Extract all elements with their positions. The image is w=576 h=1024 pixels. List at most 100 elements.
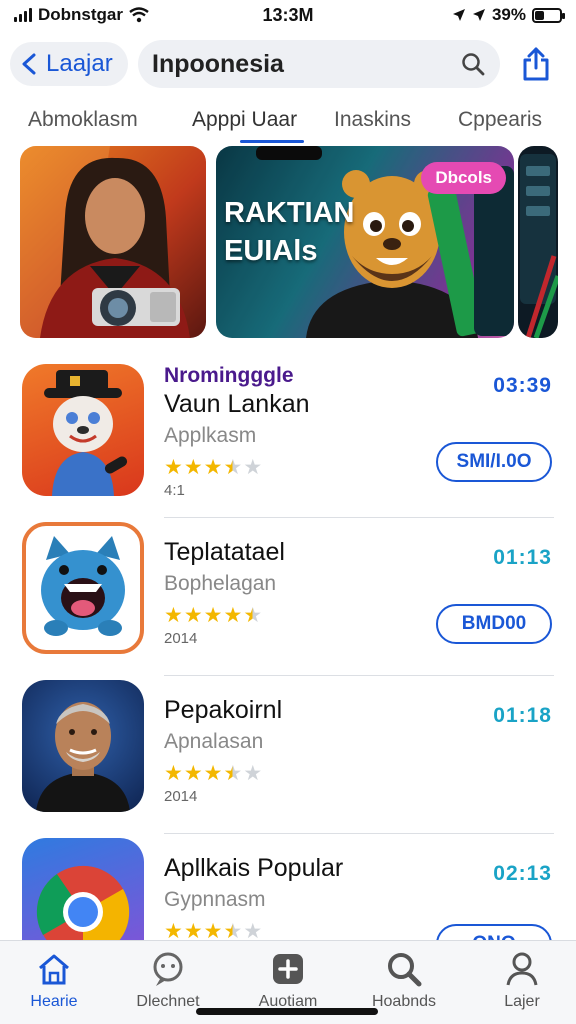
star-icon: ★ xyxy=(223,603,243,627)
tab-bar-chat[interactable]: Dlechnet xyxy=(118,949,218,1011)
status-left: Dobnstgar xyxy=(14,5,214,25)
app-info: Teplatatael Bophelagan ★ ★ ★ ★ ★ 2014 xyxy=(164,522,424,647)
battery-percent: 39% xyxy=(491,5,526,24)
search-icon xyxy=(388,953,422,987)
star-icon: ★ xyxy=(243,761,263,785)
tab-bar-profile-label: Lajer xyxy=(504,993,540,1010)
active-tab-indicator xyxy=(240,140,304,143)
star-icon: ★ xyxy=(183,761,203,785)
star-icon: ★ xyxy=(203,919,223,943)
search-icon[interactable] xyxy=(460,51,486,77)
share-icon xyxy=(523,47,549,81)
star-icon: ★ xyxy=(223,919,243,943)
tab-0[interactable]: Abmoklasm xyxy=(28,108,138,132)
get-button[interactable]: SMI/I.0O xyxy=(436,442,552,482)
app-category: Gypnnasm xyxy=(164,888,266,911)
star-icon: ★ xyxy=(203,603,223,627)
location-arrow-icon xyxy=(452,9,465,21)
app-row[interactable]: Teplatatael Bophelagan ★ ★ ★ ★ ★ 2014 01:13 … xyxy=(0,518,576,676)
app-info: Nromingggle Vaun Lankan Applkasm ★ ★ ★ ★ ★ 4… xyxy=(164,364,424,499)
banner-title: RAKTIAN EUIAls xyxy=(224,194,355,270)
battery-icon xyxy=(532,7,565,23)
star-icon: ★ xyxy=(183,919,203,943)
banner-card-1[interactable] xyxy=(20,146,206,338)
signal-icon xyxy=(14,8,32,22)
app-category: Apnalasan xyxy=(164,730,264,753)
star-icon: ★ xyxy=(164,455,183,479)
star-rating: ★ ★ ★ ★ ★ xyxy=(164,760,424,786)
app-time: 01:13 xyxy=(493,546,552,569)
back-label: Laajar xyxy=(46,50,113,77)
cat-mascot-icon xyxy=(41,536,125,636)
star-icon: ★ xyxy=(183,455,203,479)
tab-2[interactable]: Inaskins xyxy=(334,108,411,132)
app-info: Apllkais Popular Gypnnasm ★ ★ ★ ★ ★ xyxy=(164,838,424,944)
star-icon: ★ xyxy=(223,455,243,479)
tab-bar-home-label: Hearie xyxy=(30,993,78,1010)
status-right: 39% xyxy=(452,5,565,25)
app-row[interactable]: Pepakoirnl Apnalasan ★ ★ ★ ★ ★ 2014 01:18 xyxy=(0,676,576,834)
location-arrow-icon-2 xyxy=(472,9,485,21)
app-category: Applkasm xyxy=(164,424,257,447)
app-info: Pepakoirnl Apnalasan ★ ★ ★ ★ ★ 2014 xyxy=(164,680,424,805)
status-bar: Dobnstgar 13:3M 39% xyxy=(0,0,576,30)
app-year: 2014 xyxy=(164,630,198,647)
app-name[interactable]: Vaun Lankan xyxy=(164,390,424,424)
banner-card-3[interactable] xyxy=(518,146,558,338)
banner-title-line-1: RAKTIAN xyxy=(224,197,355,229)
app-name[interactable]: Apllkais Popular xyxy=(164,854,424,888)
star-icon: ★ xyxy=(243,919,263,943)
app-name[interactable]: Teplatatael xyxy=(164,538,424,572)
search-field[interactable]: Inpoonesia xyxy=(138,40,500,88)
wifi-icon xyxy=(129,7,149,23)
banner-phone-image xyxy=(520,154,558,338)
star-rating: ★ ★ ★ ★ ★ xyxy=(164,602,424,628)
app-name[interactable]: Pepakoirnl xyxy=(164,696,424,730)
star-icon: ★ xyxy=(203,455,223,479)
tab-1[interactable]: Apppi Uaar xyxy=(192,108,297,132)
app-icon-3[interactable] xyxy=(22,680,144,812)
get-button[interactable]: BMD00 xyxy=(436,604,552,644)
star-rating: ★ ★ ★ ★ ★ xyxy=(164,454,424,480)
app-year: 4:1 xyxy=(164,482,185,499)
battery-fill xyxy=(535,10,545,20)
app-row[interactable]: Nromingggle Vaun Lankan Applkasm ★ ★ ★ ★ ★ 4… xyxy=(0,360,576,518)
star-icon: ★ xyxy=(164,919,183,943)
app-icon-2[interactable] xyxy=(22,522,144,654)
dog-mascot-icon xyxy=(44,370,128,496)
search-input[interactable]: Inpoonesia xyxy=(152,50,460,79)
app-time: 01:18 xyxy=(493,704,552,727)
plus-icon xyxy=(273,954,303,984)
tab-bar-plus[interactable]: Auotiam xyxy=(238,949,338,1011)
home-indicator xyxy=(196,1008,378,1015)
tab-bar-search[interactable]: Hoabnds xyxy=(354,949,454,1011)
app-category: Bophelagan xyxy=(164,572,277,595)
share-button[interactable] xyxy=(516,44,556,84)
star-icon: ★ xyxy=(164,761,183,785)
star-icon: ★ xyxy=(243,603,263,627)
banner-badge[interactable]: Dbcols xyxy=(421,162,506,194)
carrier-name: Dobnstgar xyxy=(38,5,123,24)
app-year: 2014 xyxy=(164,788,198,805)
app-time: 03:39 xyxy=(493,374,552,397)
banner-photographer-image xyxy=(20,146,190,338)
chat-icon xyxy=(153,952,183,986)
app-eyebrow: Nromingggle xyxy=(164,364,294,387)
star-icon: ★ xyxy=(164,603,183,627)
chevron-left-icon xyxy=(22,53,36,75)
star-icon: ★ xyxy=(243,455,263,479)
app-icon-1[interactable] xyxy=(22,364,144,496)
tab-3[interactable]: Cppearis xyxy=(458,108,542,132)
star-icon: ★ xyxy=(183,603,203,627)
star-icon: ★ xyxy=(223,761,243,785)
nav-row: Laajar Inpoonesia xyxy=(0,40,576,88)
tab-bar-home[interactable]: Hearie xyxy=(4,949,104,1011)
tab-bar-profile[interactable]: Lajer xyxy=(472,949,572,1011)
home-icon xyxy=(39,954,69,985)
back-button[interactable]: Laajar xyxy=(10,42,128,86)
star-icon: ★ xyxy=(203,761,223,785)
banner-card-2[interactable]: RAKTIAN EUIAls Dbcols xyxy=(216,146,514,338)
man-portrait-icon xyxy=(36,702,130,812)
app-time: 02:13 xyxy=(493,862,552,885)
banner-title-line-2: EUIAls xyxy=(224,235,318,267)
